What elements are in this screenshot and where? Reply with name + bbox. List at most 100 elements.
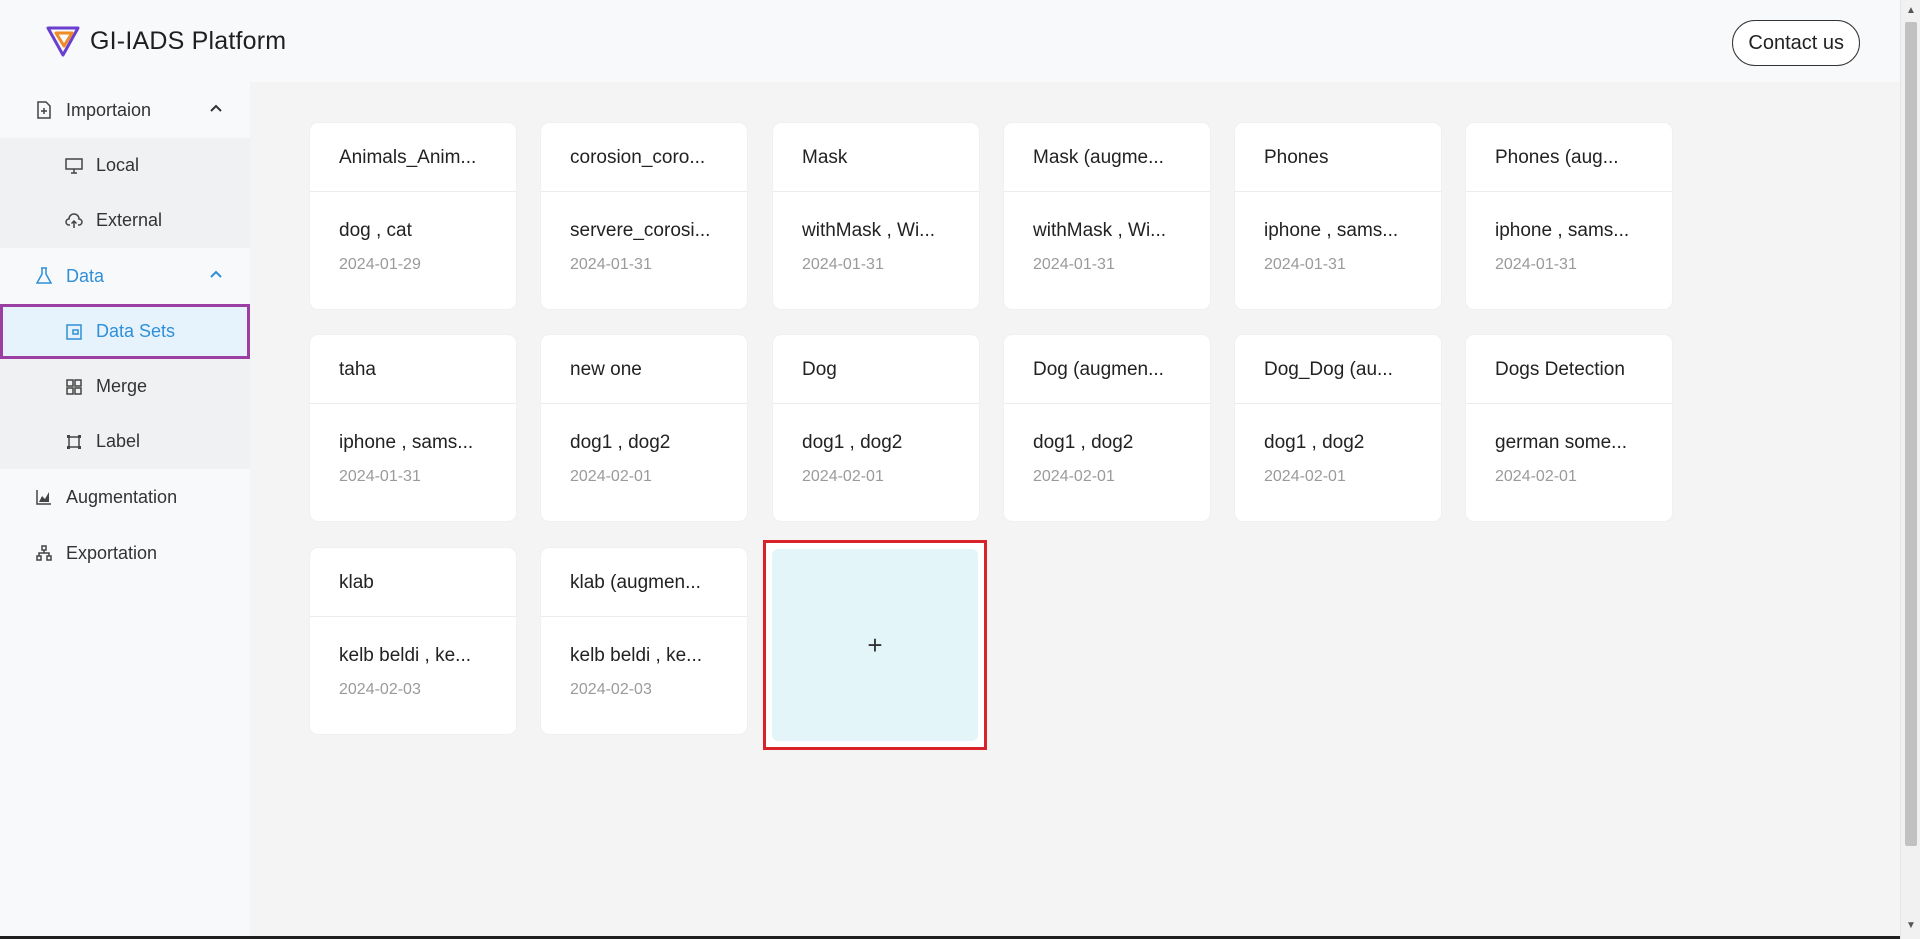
dataset-title: new one [541,335,747,404]
dataset-date: 2024-02-03 [339,681,421,698]
dataset-title: Phones (aug... [1466,123,1672,192]
importaion-submenu: Local External [0,138,250,248]
monitor-icon [64,156,84,176]
dataset-labels: dog1 , dog2 [570,432,671,453]
sidebar-item-external[interactable]: External [0,193,250,248]
datasets-grid: Animals_Anim... dog , cat 2024-01-29 cor… [250,82,1900,939]
dataset-labels: dog1 , dog2 [1033,432,1134,453]
cluster-icon [34,543,54,563]
cloud-upload-icon [64,211,84,231]
sidebar-item-label: Local [96,155,140,175]
add-dataset-button[interactable]: + [763,540,987,750]
dataset-labels: withMask , Wi... [1033,220,1167,241]
chevron-up-icon [210,104,222,112]
scrollbar-thumb[interactable] [1905,22,1917,846]
dataset-card[interactable]: new one dog1 , dog2 2024-02-01 [541,335,747,521]
dataset-card[interactable]: Animals_Anim... dog , cat 2024-01-29 [310,123,516,309]
top-header: GI-IADS Platform Contact us [0,0,1900,82]
dataset-card[interactable]: Dog dog1 , dog2 2024-02-01 [773,335,979,521]
flask-icon [34,266,54,286]
dataset-card[interactable]: klab kelb beldi , ke... 2024-02-03 [310,548,516,734]
wallet-icon [64,322,84,342]
dataset-title: Mask (augme... [1004,123,1210,192]
dataset-date: 2024-01-29 [339,256,421,273]
app-title: GI-IADS Platform [90,26,287,55]
dataset-card[interactable]: Dog (augmen... dog1 , dog2 2024-02-01 [1004,335,1210,521]
data-submenu: Data Sets Merge Label [0,304,250,469]
dataset-title: klab [310,548,516,617]
scroll-down-arrow-icon[interactable]: ▼ [1901,915,1920,935]
sidebar-group-importaion[interactable]: Importaion [0,82,250,138]
dataset-labels: kelb beldi , ke... [570,645,703,666]
dataset-labels: withMask , Wi... [802,220,936,241]
dataset-labels: iphone , sams... [1495,220,1630,241]
dataset-date: 2024-01-31 [1033,256,1115,273]
sidebar-group-label: Data [66,265,105,286]
dataset-card[interactable]: klab (augmen... kelb beldi , ke... 2024-… [541,548,747,734]
plus-icon: + [772,549,978,741]
dataset-card[interactable]: Mask withMask , Wi... 2024-01-31 [773,123,979,309]
dataset-date: 2024-02-01 [1264,468,1346,485]
sidebar-group-augmentation[interactable]: Augmentation [0,469,250,525]
sidebar-item-label: Merge [96,376,148,396]
sidebar-item-merge[interactable]: Merge [0,359,250,414]
dataset-labels: dog , cat [339,220,412,241]
dataset-date: 2024-02-01 [802,468,884,485]
dataset-date: 2024-01-31 [1495,256,1577,273]
dataset-card[interactable]: Phones iphone , sams... 2024-01-31 [1235,123,1441,309]
sidebar-group-exportation[interactable]: Exportation [0,525,250,581]
dataset-card[interactable]: Dogs Detection german some... 2024-02-01 [1466,335,1672,521]
dataset-title: Dog [773,335,979,404]
dataset-card[interactable]: Mask (augme... withMask , Wi... 2024-01-… [1004,123,1210,309]
sidebar-group-label: Augmentation [66,486,178,507]
dataset-date: 2024-01-31 [802,256,884,273]
dataset-date: 2024-01-31 [1264,256,1346,273]
sidebar-group-label: Importaion [66,99,152,120]
dataset-title: klab (augmen... [541,548,747,617]
dataset-title: Phones [1235,123,1441,192]
dataset-title: Mask [773,123,979,192]
sidebar-group-data[interactable]: Data [0,248,250,304]
vertical-scrollbar[interactable]: ▲ ▼ [1900,0,1920,939]
merge-icon [64,377,84,397]
dataset-card[interactable]: Dog_Dog (au... dog1 , dog2 2024-02-01 [1235,335,1441,521]
dataset-labels: servere_corosi... [570,220,711,241]
dataset-labels: dog1 , dog2 [802,432,903,453]
sidebar-item-label: External [96,210,163,230]
dataset-title: taha [310,335,516,404]
dataset-card[interactable]: taha iphone , sams... 2024-01-31 [310,335,516,521]
scroll-up-arrow-icon[interactable]: ▲ [1901,0,1920,20]
file-import-icon [34,100,54,120]
area-chart-icon [34,487,54,507]
dataset-date: 2024-01-31 [570,256,652,273]
sidebar-item-local[interactable]: Local [0,138,250,193]
dataset-labels: dog1 , dog2 [1264,432,1365,453]
sidebar-item-label-tool[interactable]: Label [0,414,250,469]
dataset-title: corosion_coro... [541,123,747,192]
dataset-date: 2024-02-01 [570,468,652,485]
sidebar-item-data-sets[interactable]: Data Sets [0,304,250,359]
brand[interactable]: GI-IADS Platform [46,24,286,58]
sidebar: Importaion Local External Data Data Sets… [0,82,250,939]
logo-icon [46,26,80,57]
dataset-title: Dog (augmen... [1004,335,1210,404]
dataset-card[interactable]: corosion_coro... servere_corosi... 2024-… [541,123,747,309]
dataset-date: 2024-02-03 [570,681,652,698]
dataset-date: 2024-02-01 [1033,468,1115,485]
sidebar-group-label: Exportation [66,542,158,563]
app-window: GI-IADS Platform Contact us Importaion L… [0,0,1920,939]
dataset-labels: iphone , sams... [1264,220,1399,241]
label-icon [64,432,84,452]
dataset-labels: german some... [1495,432,1627,453]
dataset-title: Animals_Anim... [310,123,516,192]
dataset-title: Dog_Dog (au... [1235,335,1441,404]
chevron-up-icon [210,270,222,278]
dataset-labels: kelb beldi , ke... [339,645,472,666]
dataset-date: 2024-01-31 [339,468,421,485]
dataset-title: Dogs Detection [1466,335,1672,404]
dataset-date: 2024-02-01 [1495,468,1577,485]
dataset-card[interactable]: Phones (aug... iphone , sams... 2024-01-… [1466,123,1672,309]
dataset-labels: iphone , sams... [339,432,474,453]
sidebar-item-label: Label [96,431,141,451]
contact-us-button[interactable]: Contact us [1732,20,1860,66]
